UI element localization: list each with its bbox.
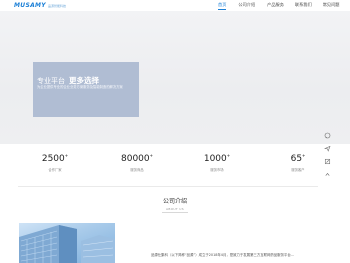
stat-label: 服务市场 xyxy=(210,168,224,172)
stat-value: 65+ xyxy=(290,153,306,164)
hero-card: 专业平台 更多选择 为企业提供专业的企业业务方案服务及智能制造的解决方案 xyxy=(33,62,139,117)
nav-item-products[interactable]: 产品服务 xyxy=(267,2,284,8)
nav-item-about[interactable]: 公司介绍 xyxy=(238,2,255,8)
about-text: 品源仕集科（以下简称“品源”）成立于2018年4月，是致力于发展第三方互联网药品… xyxy=(151,253,295,257)
nav-item-faq[interactable]: 常见问题 xyxy=(323,2,340,8)
logo[interactable]: MUSAMY 品源智能科技 xyxy=(14,2,66,9)
stat-value: 1000+ xyxy=(203,153,231,164)
logo-mark: MUSAMY xyxy=(14,2,46,9)
divider xyxy=(162,212,188,213)
about-heading: 公司介绍 ABOUT US xyxy=(0,196,350,213)
building-illustration xyxy=(19,225,115,263)
section-subtitle: ABOUT US xyxy=(166,207,184,211)
stat-item: 80000+ 服务商品 xyxy=(117,153,157,172)
site-header: MUSAMY 品源智能科技 首页 公司介绍 产品服务 联系我们 常见问题 xyxy=(0,0,350,11)
nav-item-home[interactable]: 首页 xyxy=(218,2,227,10)
stat-item: 2500+ 合作厂家 xyxy=(35,153,75,172)
stats-row: 2500+ 合作厂家 80000+ 服务商品 1000+ 服务市场 65+ 服务… xyxy=(0,150,350,190)
chat-icon[interactable] xyxy=(322,130,332,140)
logo-subtitle: 品源智能科技 xyxy=(47,3,66,8)
hero-description: 为企业提供专业的企业业务方案服务及智能制造的解决方案 xyxy=(37,85,123,89)
stat-value: 80000+ xyxy=(121,153,153,164)
stat-item: 65+ 服务客户 xyxy=(278,153,318,172)
section-title: 公司介绍 xyxy=(162,198,187,205)
stat-label: 服务客户 xyxy=(291,168,305,172)
divider xyxy=(18,186,318,187)
page: MUSAMY 品源智能科技 首页 公司介绍 产品服务 联系我们 常见问题 专业平… xyxy=(0,0,350,263)
about-image xyxy=(19,223,115,263)
stat-value: 2500+ xyxy=(41,153,69,164)
nav-item-contact[interactable]: 联系我们 xyxy=(295,2,312,8)
stat-item: 1000+ 服务市场 xyxy=(197,153,237,172)
hero-banner: 专业平台 更多选择 为企业提供专业的企业业务方案服务及智能制造的解决方案 xyxy=(0,11,350,144)
stat-label: 合作厂家 xyxy=(48,168,62,172)
main-nav: 首页 公司介绍 产品服务 联系我们 常见问题 xyxy=(218,2,340,10)
stat-label: 服务商品 xyxy=(130,168,144,172)
